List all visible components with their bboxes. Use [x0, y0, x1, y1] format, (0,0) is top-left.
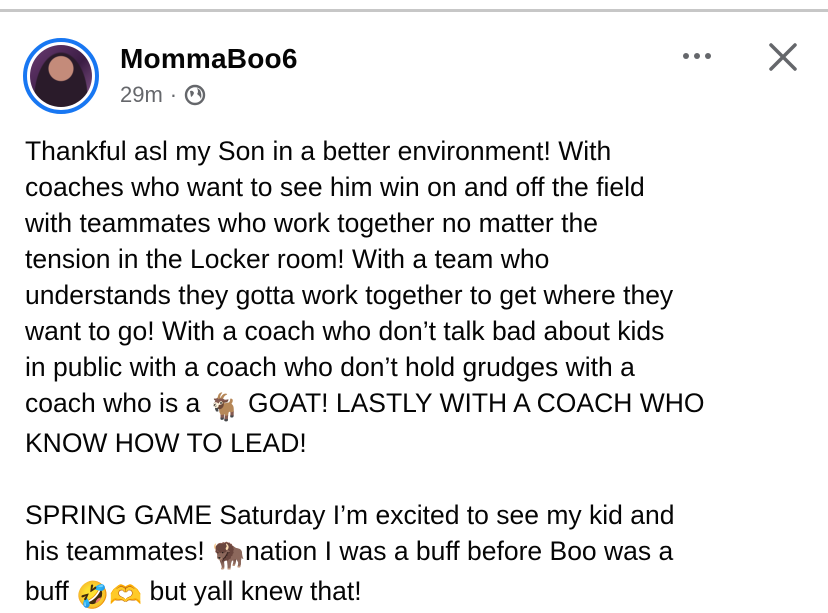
goat-emoji: 🐐 — [207, 392, 241, 422]
globe-icon[interactable] — [184, 84, 206, 106]
meta-separator: · — [169, 82, 178, 107]
more-options-icon[interactable] — [673, 42, 721, 70]
close-icon[interactable] — [763, 37, 803, 77]
post-meta: 29m · — [120, 82, 206, 108]
rofl-emoji: 🤣 — [76, 580, 110, 610]
post-text-part-4: but yall knew that! — [142, 576, 362, 606]
top-divider — [0, 9, 828, 12]
post-text-part-1: Thankful asl my Son in a better environm… — [25, 136, 674, 418]
author-name[interactable]: MommaBoo6 — [120, 43, 298, 75]
bison-emoji: 🦬 — [212, 540, 246, 570]
post-text: Thankful asl my Son in a better environm… — [25, 133, 815, 613]
timestamp[interactable]: 29m — [120, 82, 163, 108]
avatar[interactable] — [30, 45, 92, 107]
heart-hands-emoji: 🫶 — [109, 580, 143, 610]
